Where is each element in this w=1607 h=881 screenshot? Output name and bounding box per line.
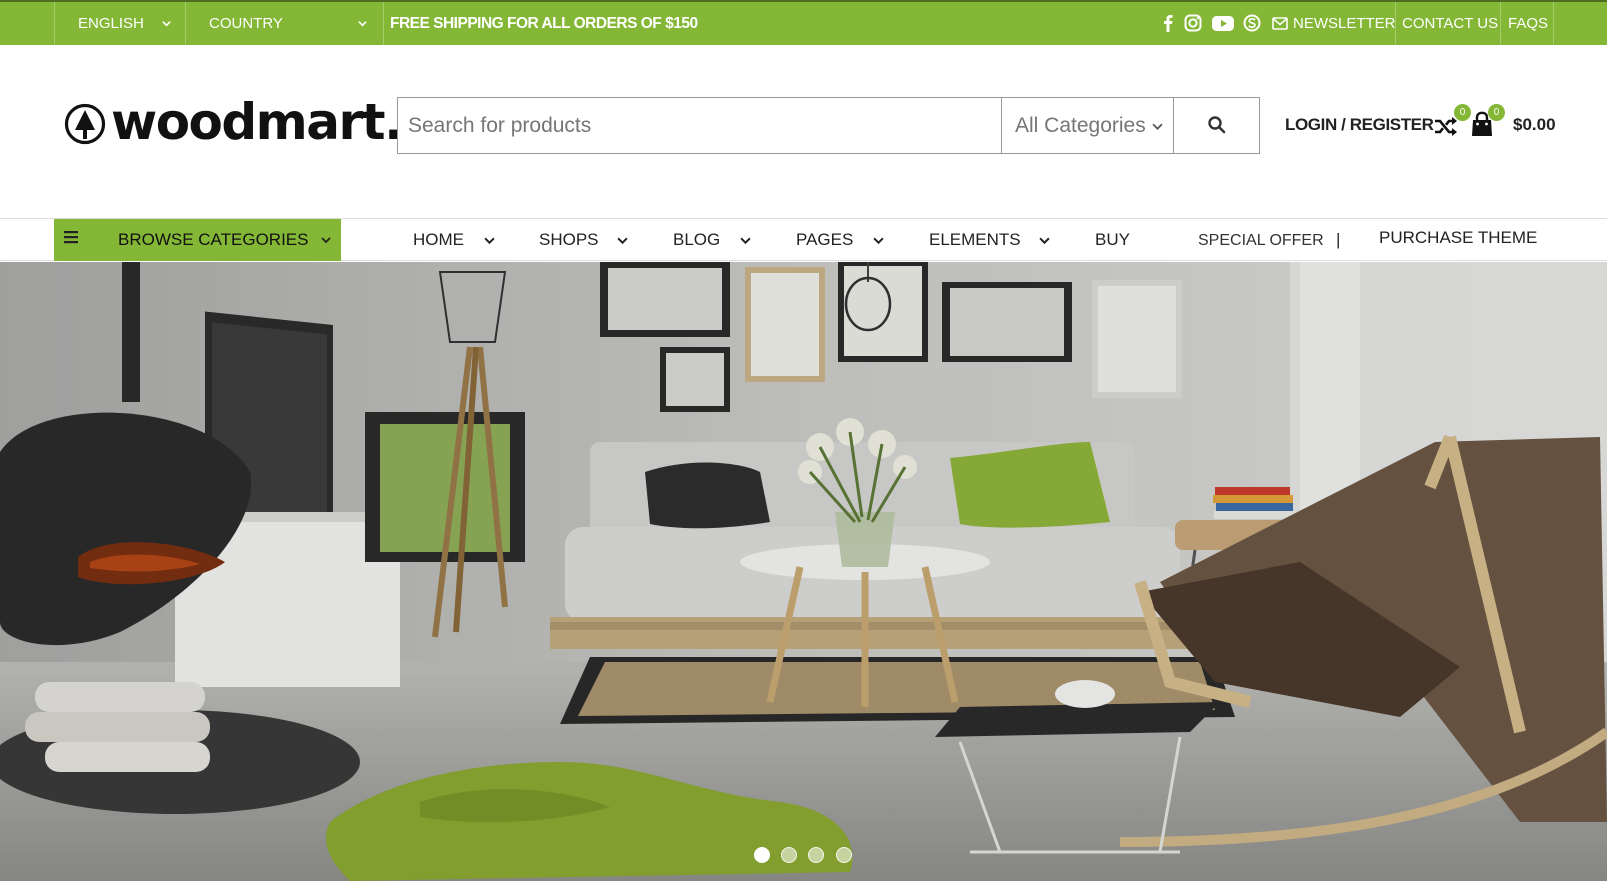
- newsletter-label: NEWSLETTER: [1293, 15, 1396, 32]
- login-register-link[interactable]: LOGIN / REGISTER: [1285, 115, 1434, 135]
- nav-item-elements[interactable]: ELEMENTS: [929, 219, 1021, 261]
- chevron-down-icon: [484, 237, 495, 245]
- nav-item-label: HOME: [413, 230, 464, 249]
- envelope-icon: [1272, 17, 1288, 30]
- browse-categories-label: BROWSE CATEGORIES: [118, 230, 309, 249]
- category-select-value: All Categories: [1015, 114, 1146, 137]
- nav-item-label: PURCHASE THEME: [1379, 228, 1538, 247]
- faqs-link[interactable]: FAQS: [1508, 2, 1548, 45]
- instagram-icon[interactable]: [1183, 13, 1203, 33]
- nav-separator: |: [1336, 230, 1341, 249]
- search-icon: [1208, 116, 1226, 134]
- category-select[interactable]: All Categories: [1002, 98, 1173, 153]
- skype-icon[interactable]: [1242, 13, 1262, 33]
- nav-item-home[interactable]: HOME: [413, 219, 464, 261]
- facebook-icon[interactable]: [1158, 13, 1178, 33]
- logo-text: woodmart.: [111, 93, 403, 151]
- country-label: COUNTRY: [209, 15, 283, 32]
- divider: [54, 2, 55, 45]
- nav-item-label: SPECIAL OFFER: [1198, 232, 1324, 249]
- divider: [1500, 2, 1501, 45]
- chevron-down-icon: [1039, 237, 1050, 245]
- top-bar: ENGLISH COUNTRY FREE SHIPPING FOR ALL OR…: [0, 0, 1607, 45]
- slider-dot[interactable]: [754, 847, 770, 863]
- divider: [1395, 2, 1396, 45]
- nav-item-label: PAGES: [796, 230, 854, 249]
- divider: [185, 2, 186, 45]
- tree-logo-icon: [64, 103, 106, 145]
- slider-dot[interactable]: [781, 847, 797, 863]
- cart-count-badge: 0: [1488, 104, 1505, 121]
- divider: [1553, 2, 1554, 45]
- slider-dot[interactable]: [808, 847, 824, 863]
- language-selector[interactable]: ENGLISH: [78, 2, 144, 45]
- hero-image: [0, 262, 1607, 881]
- search-button[interactable]: [1174, 98, 1260, 153]
- youtube-icon[interactable]: [1211, 13, 1235, 33]
- hero-slider: [0, 262, 1607, 881]
- cart-total[interactable]: $0.00: [1513, 115, 1556, 135]
- nav-item-special-offer[interactable]: SPECIAL OFFER: [1198, 220, 1324, 262]
- nav-item-pages[interactable]: PAGES: [796, 219, 853, 261]
- search-form: All Categories: [397, 97, 1260, 154]
- nav-item-label: ELEMENTS: [929, 230, 1021, 249]
- nav-item-label: BLOG: [673, 230, 721, 249]
- hamburger-menu-icon: [64, 231, 78, 244]
- chevron-down-icon: [1152, 123, 1163, 130]
- site-header: woodmart. All Categories LOGIN / REGISTE…: [0, 45, 1607, 219]
- compare-count-badge: 0: [1454, 104, 1471, 121]
- main-nav: BROWSE CATEGORIES HOME SHOPS BLOG PAGES …: [0, 219, 1607, 261]
- slider-dot[interactable]: [836, 847, 852, 863]
- contact-us-link[interactable]: CONTACT US: [1402, 2, 1498, 45]
- chevron-down-icon: [740, 237, 751, 245]
- chevron-down-icon: [321, 237, 331, 244]
- chevron-down-icon: [617, 237, 628, 245]
- nav-item-blog[interactable]: BLOG: [673, 219, 720, 261]
- country-selector[interactable]: COUNTRY: [209, 2, 283, 45]
- chevron-down-icon: [162, 21, 171, 27]
- nav-item-label: BUY: [1095, 230, 1130, 249]
- divider: [383, 2, 384, 45]
- browse-categories-button[interactable]: BROWSE CATEGORIES: [54, 219, 341, 261]
- nav-item-shops[interactable]: SHOPS: [539, 219, 599, 261]
- search-input[interactable]: [408, 98, 988, 153]
- nav-item-label: SHOPS: [539, 230, 599, 249]
- nav-item-purchase-theme[interactable]: PURCHASE THEME: [1379, 217, 1537, 259]
- nav-item-buy[interactable]: BUY: [1095, 219, 1130, 261]
- language-label: ENGLISH: [78, 15, 144, 32]
- promo-text: FREE SHIPPING FOR ALL ORDERS OF $150: [390, 15, 698, 32]
- chevron-down-icon: [873, 237, 884, 245]
- chevron-down-icon: [358, 21, 367, 27]
